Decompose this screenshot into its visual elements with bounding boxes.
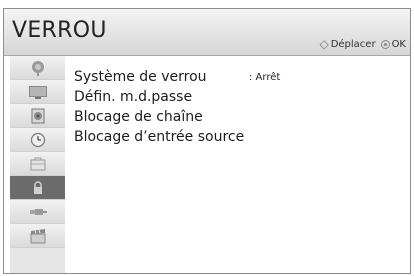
menu-item-label: Système de verrou: [74, 69, 207, 85]
sidebar-item-input[interactable]: [10, 200, 65, 224]
plug-icon: [29, 208, 47, 215]
direction-arrows-icon: ◇: [319, 37, 329, 51]
satellite-dish-icon: [31, 60, 44, 76]
lock-system-value: : Arrêt: [249, 71, 281, 83]
sidebar-item-options[interactable]: [10, 152, 65, 176]
menu-item-block-channel[interactable]: Blocage de chaîne: [74, 107, 410, 127]
move-hint-label: Déplacer: [330, 38, 376, 50]
ok-hint-label: OK: [391, 38, 406, 50]
lock-icon: [33, 180, 42, 194]
menu-item-label: Blocage de chaîne: [74, 109, 203, 125]
tv-screen-icon: [28, 85, 47, 99]
sidebar-item-audio[interactable]: [10, 104, 65, 128]
sidebar-item-time[interactable]: [10, 128, 65, 152]
ok-button-icon: [380, 39, 390, 49]
menu-item-label: Défin. m.d.passe: [74, 89, 193, 105]
lock-menu-window: VERROU ◇ Déplacer OK Système de verrou:…: [3, 8, 411, 274]
sidebar-item-media[interactable]: [10, 224, 65, 248]
menu-item-lock-system[interactable]: Système de verrou : Arrêt: [74, 67, 410, 87]
sidebar-item-lock[interactable]: [10, 176, 65, 200]
menu-item-set-password[interactable]: Défin. m.d.passe: [74, 87, 410, 107]
page-title: VERROU: [12, 18, 107, 43]
menu-header: VERROU ◇ Déplacer OK: [4, 9, 410, 56]
navigation-hint: ◇ Déplacer OK: [319, 37, 406, 51]
speaker-icon: [31, 108, 44, 123]
sidebar-item-picture[interactable]: [10, 80, 65, 104]
lock-options-list: Système de verrou : Arrêt Défin. m.d.pas…: [74, 67, 410, 147]
clock-icon: [30, 132, 45, 147]
menu-item-label: Blocage d’entrée source: [74, 129, 245, 145]
menu-item-input-block[interactable]: Blocage d’entrée source: [74, 127, 410, 147]
clapperboard-icon: [30, 228, 45, 243]
settings-category-sidebar: [10, 56, 65, 273]
sidebar-item-channels[interactable]: [10, 56, 65, 80]
briefcase-icon: [30, 157, 45, 170]
